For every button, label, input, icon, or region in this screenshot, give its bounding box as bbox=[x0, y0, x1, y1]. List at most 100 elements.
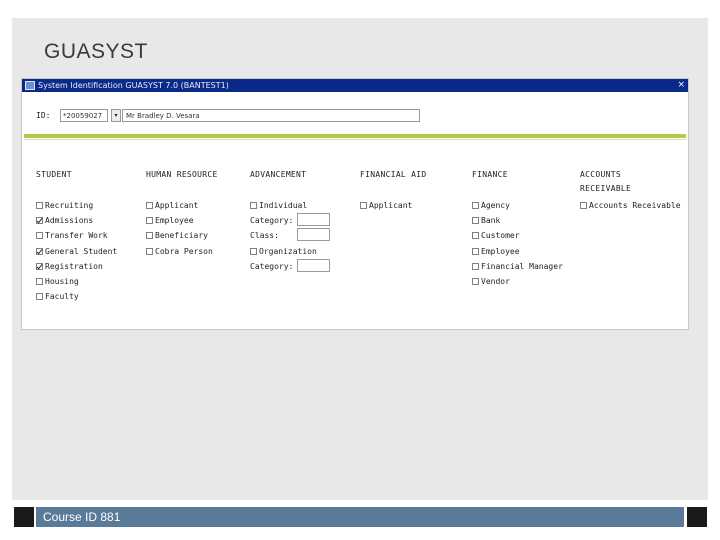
checkbox[interactable] bbox=[146, 202, 153, 209]
checkbox-checked[interactable] bbox=[36, 217, 43, 225]
checkbox-label: Applicant bbox=[369, 201, 413, 210]
checkbox-item-general-student[interactable]: General Student bbox=[36, 247, 117, 262]
checkbox-label: Housing bbox=[45, 276, 79, 286]
checkbox-item-admissions[interactable]: Admissions bbox=[36, 216, 117, 231]
checkbox-item-faculty[interactable]: Faculty bbox=[36, 292, 117, 307]
checkbox-checked[interactable] bbox=[36, 262, 43, 270]
human-resource-heading: HUMAN RESOURCE bbox=[146, 170, 218, 179]
student-items: Recruiting Admissions Transfer Work General… bbox=[36, 201, 117, 307]
category-label: Category: bbox=[250, 216, 294, 226]
checkbox-item-financial-manager[interactable]: Financial Manager bbox=[472, 262, 563, 277]
id-input[interactable]: *20059027 bbox=[60, 109, 108, 122]
checkbox-checked[interactable] bbox=[36, 247, 43, 255]
slide-title: GUASYST bbox=[44, 40, 148, 63]
human-resource-items: Applicant Employee Beneficiary Cobra Person bbox=[146, 201, 213, 262]
checkbox[interactable] bbox=[36, 293, 43, 301]
checkbox-label: Individual bbox=[259, 201, 308, 210]
checkbox-item-vendor[interactable]: Vendor bbox=[472, 277, 563, 292]
checkbox-item-employee[interactable]: Employee bbox=[472, 247, 563, 262]
finance-heading: FINANCE bbox=[472, 170, 508, 179]
window-icon bbox=[25, 81, 35, 90]
column-financial-aid: FINANCIAL AID Applicant bbox=[360, 170, 427, 210]
checkbox-label: Customer bbox=[481, 231, 520, 241]
checkbox-label: Applicant bbox=[155, 201, 199, 210]
checkbox[interactable] bbox=[250, 247, 257, 255]
class-label: Class: bbox=[250, 231, 279, 241]
key-block-divider bbox=[24, 134, 686, 138]
banner-form-window: System Identification GUASYST 7.0 (BANTE… bbox=[21, 78, 689, 330]
checkbox-label: General Student bbox=[45, 246, 118, 256]
checkbox-label: Faculty bbox=[45, 292, 79, 302]
checkbox[interactable] bbox=[472, 217, 479, 225]
financial-aid-items: Applicant bbox=[360, 201, 412, 216]
advancement-items: Individual Category: Class: Organization… bbox=[250, 201, 330, 277]
checkbox[interactable] bbox=[472, 277, 479, 285]
checkbox[interactable] bbox=[250, 202, 257, 209]
checkbox[interactable] bbox=[472, 262, 479, 270]
column-advancement: ADVANCEMENT Individual Category: Class: … bbox=[250, 170, 330, 272]
checkbox-item-accounts-receivable[interactable]: Accounts Receivable bbox=[580, 201, 681, 216]
checkbox-item-transfer-work[interactable]: Transfer Work bbox=[36, 231, 117, 246]
checkbox-label: Transfer Work bbox=[45, 231, 108, 241]
checkbox[interactable] bbox=[472, 232, 479, 240]
category2-field-row: Category: bbox=[250, 258, 330, 277]
checkbox[interactable] bbox=[146, 217, 153, 225]
checkbox[interactable] bbox=[146, 232, 153, 240]
footer-left-block bbox=[14, 507, 34, 527]
footer-right-block bbox=[687, 507, 707, 527]
column-student: STUDENT Recruiting Admissions Transfer Wor… bbox=[36, 170, 117, 301]
checkbox-item-cobra-person[interactable]: Cobra Person bbox=[146, 247, 213, 262]
accounts-heading: ACCOUNTS bbox=[580, 170, 621, 179]
checkbox-item-customer[interactable]: Customer bbox=[472, 231, 563, 246]
checkbox[interactable] bbox=[36, 202, 43, 209]
checkbox-label: Organization bbox=[259, 246, 317, 256]
footer-course-id: Course ID 881 bbox=[43, 510, 121, 524]
checkbox-label: Financial Manager bbox=[481, 261, 563, 271]
checkbox-item-registration[interactable]: Registration bbox=[36, 262, 117, 277]
column-accounts-receivable: ACCOUNTS RECEIVABLE Accounts Receivable bbox=[580, 170, 681, 210]
checkbox[interactable] bbox=[360, 202, 367, 209]
column-human-resource: HUMAN RESOURCE Applicant Employee Benefici… bbox=[146, 170, 218, 256]
financial-aid-heading: FINANCIAL AID bbox=[360, 170, 427, 179]
footer-bar bbox=[36, 507, 684, 527]
id-label: ID: bbox=[36, 111, 51, 120]
checkbox-item-housing[interactable]: Housing bbox=[36, 277, 117, 292]
checkbox-label: Registration bbox=[45, 261, 103, 271]
class-input[interactable] bbox=[297, 228, 330, 242]
checkbox-label: Admissions bbox=[45, 216, 94, 226]
checkbox[interactable] bbox=[146, 247, 153, 255]
checkbox[interactable] bbox=[580, 202, 587, 209]
column-finance: FINANCE Agency Bank Customer Employee Financ… bbox=[472, 170, 563, 286]
advancement-heading: ADVANCEMENT bbox=[250, 170, 307, 179]
checkbox-label: Beneficiary bbox=[155, 231, 208, 241]
checkbox[interactable] bbox=[472, 202, 479, 209]
window-titlebar: System Identification GUASYST 7.0 (BANTE… bbox=[22, 79, 688, 92]
checkbox-label: Employee bbox=[481, 246, 520, 256]
checkbox-item-agency[interactable]: Agency bbox=[472, 201, 563, 216]
checkbox-item-applicant[interactable]: Applicant bbox=[146, 201, 213, 216]
accounts-receivable-items: Accounts Receivable bbox=[580, 201, 681, 216]
receivable-heading: RECEIVABLE bbox=[580, 184, 632, 193]
checkbox-label: Accounts Receivable bbox=[589, 201, 681, 210]
checkbox[interactable] bbox=[472, 247, 479, 255]
close-icon[interactable]: × bbox=[677, 79, 685, 92]
window-title: System Identification GUASYST 7.0 (BANTE… bbox=[38, 81, 229, 90]
checkbox-label: Cobra Person bbox=[155, 246, 213, 256]
checkbox-label: Bank bbox=[481, 216, 501, 226]
name-field: Mr Bradley D. Vesara bbox=[122, 109, 420, 122]
checkbox-item-bank[interactable]: Bank bbox=[472, 216, 563, 231]
checkbox-item-beneficiary[interactable]: Beneficiary bbox=[146, 231, 213, 246]
category2-input[interactable] bbox=[297, 258, 330, 272]
checkbox-item-employee[interactable]: Employee bbox=[146, 216, 213, 231]
id-lookup-button[interactable]: ▾ bbox=[111, 109, 121, 122]
checkbox[interactable] bbox=[36, 232, 43, 240]
checkbox-item-applicant[interactable]: Applicant bbox=[360, 201, 412, 216]
checkbox[interactable] bbox=[36, 277, 43, 285]
category2-label: Category: bbox=[250, 261, 294, 271]
checkbox-label: Employee bbox=[155, 216, 194, 226]
checkbox-label: Vendor bbox=[481, 276, 510, 286]
checkbox-item-recruiting[interactable]: Recruiting bbox=[36, 201, 117, 216]
key-block-divider-shadow bbox=[24, 139, 686, 140]
category-input[interactable] bbox=[297, 213, 330, 227]
class-field-row: Class: bbox=[250, 228, 330, 246]
